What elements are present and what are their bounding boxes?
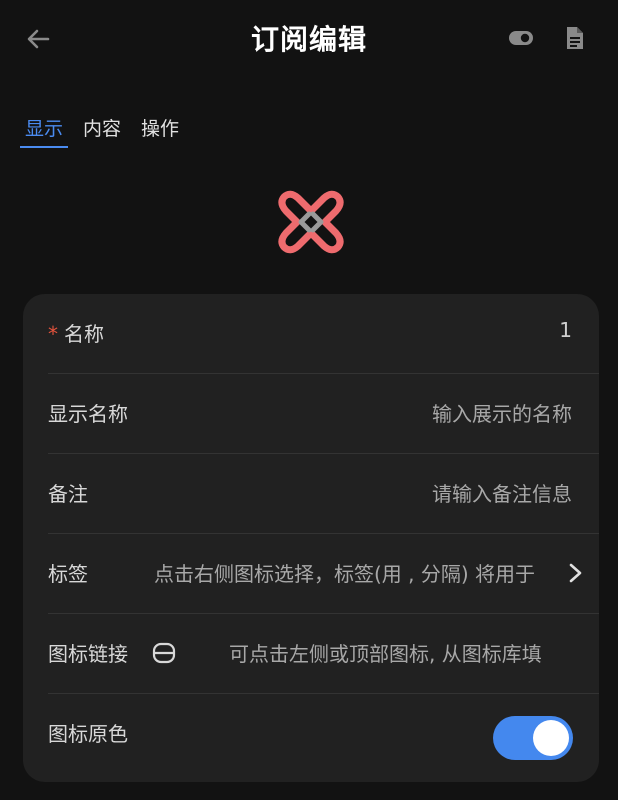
chevron-right-icon[interactable] xyxy=(565,562,585,584)
icon-link-label: 图标链接 xyxy=(48,642,128,666)
switch-knob xyxy=(533,720,569,756)
toggle-icon xyxy=(509,31,533,45)
icon-original-color-row: 图标原色 xyxy=(48,694,599,774)
subscription-logo xyxy=(278,190,344,254)
tags-label: 标签 xyxy=(48,562,88,586)
display-name-label: 显示名称 xyxy=(48,402,128,426)
name-input[interactable]: 1 xyxy=(559,318,572,342)
icon-original-color-switch[interactable] xyxy=(493,716,573,760)
tags-row[interactable]: 标签 点击右侧图标选择，标签(用 , 分隔) 将用于 xyxy=(48,534,599,614)
note-input[interactable]: 请输入备注信息 xyxy=(432,478,572,507)
tab-bar: 显示 内容 操作 xyxy=(20,108,194,150)
document-button[interactable] xyxy=(561,24,589,52)
name-label: * 名称 xyxy=(48,322,104,346)
document-icon xyxy=(567,27,583,49)
note-row[interactable]: 备注 请输入备注信息 xyxy=(48,454,599,534)
display-name-row[interactable]: 显示名称 输入展示的名称 xyxy=(48,374,599,454)
tab-display[interactable]: 显示 xyxy=(20,108,69,148)
name-row[interactable]: * 名称 1 xyxy=(48,294,599,374)
required-mark: * xyxy=(48,322,58,346)
icon-link-input[interactable]: 可点击左侧或顶部图标, 从图标库填 xyxy=(229,638,572,667)
form-card: * 名称 1 显示名称 输入展示的名称 备注 请输入备注信息 标签 点击右侧图标选… xyxy=(23,294,599,782)
note-label: 备注 xyxy=(48,482,88,506)
icon-original-color-label: 图标原色 xyxy=(48,722,128,746)
tags-input[interactable]: 点击右侧图标选择，标签(用 , 分隔) 将用于 xyxy=(154,558,558,587)
tab-content[interactable]: 内容 xyxy=(78,108,126,148)
display-name-input[interactable]: 输入展示的名称 xyxy=(432,398,572,427)
icon-library-icon[interactable] xyxy=(152,641,176,665)
toggle-button[interactable] xyxy=(507,24,535,52)
tab-actions[interactable]: 操作 xyxy=(136,108,184,148)
header: 订阅编辑 xyxy=(0,0,618,78)
icon-link-row[interactable]: 图标链接 可点击左侧或顶部图标, 从图标库填 xyxy=(48,614,599,694)
